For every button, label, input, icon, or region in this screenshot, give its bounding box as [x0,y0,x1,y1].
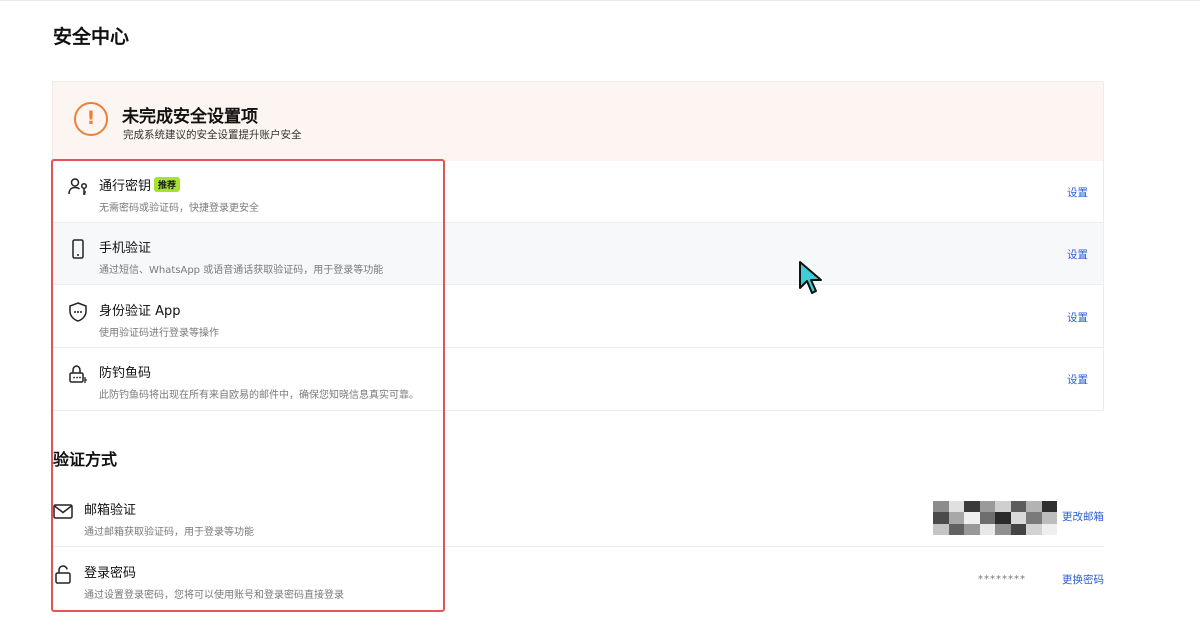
verification-item-password: 登录密码 通过设置登录密码，您将可以使用账号和登录密码直接登录 ********… [52,548,1104,610]
exclamation-circle-icon: ! [74,102,108,136]
security-item-phone: 手机验证 通过短信、WhatsApp 或语音通话获取验证码，用于登录等功能 设置 [53,223,1103,285]
verification-section-title: 验证方式 [53,450,118,469]
verification-item-desc: 通过设置登录密码，您将可以使用账号和登录密码直接登录 [84,590,344,601]
page-title: 安全中心 [53,26,130,48]
banner-subtitle: 完成系统建议的安全设置提升账户安全 [123,129,302,141]
security-item-desc: 此防钓鱼码将出现在所有来自欧易的邮件中，确保您知晓信息真实可靠。 [99,390,419,401]
anti-phishing-setup-link[interactable]: 设置 [1067,372,1088,387]
shield-icon [69,302,87,322]
passkey-label: 通行密钥 [99,179,152,194]
security-item-authenticator: 身份验证 App 使用验证码进行登录等操作 设置 [53,286,1103,348]
security-item-title: 身份验证 App [99,304,181,319]
security-item-desc: 使用验证码进行登录等操作 [99,328,219,339]
recommended-badge: 推荐 [154,177,181,192]
verification-item-title: 邮箱验证 [84,503,137,518]
security-settings-card: ! 未完成安全设置项 完成系统建议的安全设置提升账户安全 通行密钥 推荐 无需密码… [52,81,1104,411]
passkey-setup-link[interactable]: 设置 [1067,185,1088,200]
anti-phishing-icon [69,365,87,383]
divider [53,284,1103,285]
security-item-desc: 通过短信、WhatsApp 或语音通话获取验证码，用于登录等功能 [99,265,384,276]
incomplete-settings-banner: ! 未完成安全设置项 完成系统建议的安全设置提升账户安全 [53,82,1103,161]
security-item-title: 防钓鱼码 [99,366,152,381]
lock-icon [55,565,71,584]
passkey-icon [68,178,88,195]
verification-item-email: 邮箱验证 通过邮箱获取验证码，用于登录等功能 更改邮箱 [52,485,1104,547]
authenticator-setup-link[interactable]: 设置 [1067,310,1088,325]
banner-title: 未完成安全设置项 [122,107,258,127]
mouse-cursor-icon [799,261,822,294]
verification-item-title: 登录密码 [84,566,137,581]
change-email-link[interactable]: 更改邮箱 [1062,509,1104,524]
change-password-link[interactable]: 更换密码 [1062,572,1104,587]
security-item-desc: 无需密码或验证码，快捷登录更安全 [99,203,259,214]
security-item-passkey: 通行密钥 推荐 无需密码或验证码，快捷登录更安全 设置 [53,161,1103,223]
top-divider [0,0,1200,1]
security-item-title: 手机验证 [99,241,152,256]
verification-item-desc: 通过邮箱获取验证码，用于登录等功能 [84,527,254,538]
masked-password: ******** [978,574,1026,585]
mail-icon [53,504,73,519]
phone-setup-link[interactable]: 设置 [1067,247,1088,262]
security-item-anti-phishing: 防钓鱼码 此防钓鱼码将出现在所有来自欧易的邮件中，确保您知晓信息真实可靠。 设置 [53,348,1103,410]
phone-icon [72,239,84,259]
redacted-email [933,501,1057,535]
security-item-title: 通行密钥 推荐 [99,175,181,194]
divider [52,546,1104,547]
